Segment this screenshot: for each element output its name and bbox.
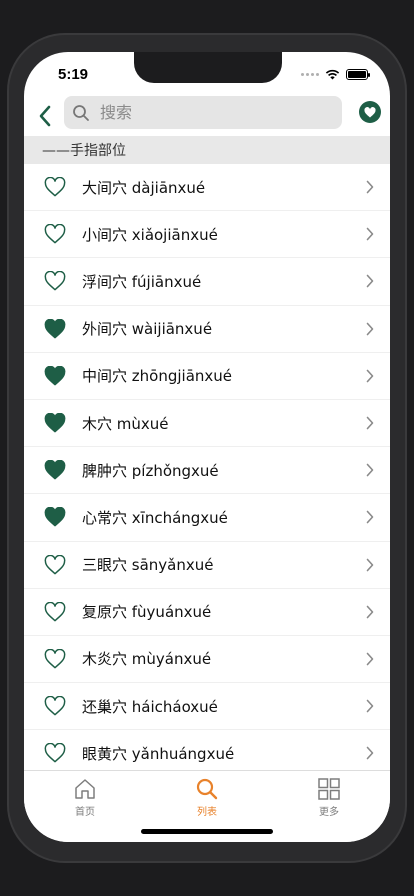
screen: 5:19 搜索 ——手指部位 大间穴 dàjiānxué 小间穴 xiǎojiā…: [24, 52, 390, 842]
nav-bar: [24, 96, 390, 136]
heart-outline-icon[interactable]: [44, 648, 66, 669]
list-item[interactable]: 木炎穴 mùyánxué: [24, 636, 390, 684]
favorites-button[interactable]: [359, 101, 381, 123]
chevron-left-icon: [39, 105, 51, 127]
list-item-label: 脾肿穴 pízhǒngxué: [82, 461, 219, 480]
list-item[interactable]: 中间穴 zhōngjiānxué: [24, 353, 390, 400]
search-input[interactable]: [100, 103, 320, 122]
list-item-label: 心常穴 xīnchángxué: [82, 508, 228, 527]
tab-bar: 首页 列表 更多: [24, 770, 390, 842]
list-item-label: 木炎穴 mùyánxué: [82, 650, 212, 669]
heart-filled-icon[interactable]: [44, 365, 66, 386]
list-item[interactable]: 大间穴 dàjiānxué: [24, 164, 390, 212]
heart-filled-icon[interactable]: [44, 412, 66, 433]
list-item[interactable]: 三眼穴 sānyǎnxué: [24, 542, 390, 589]
list-item-label: 外间穴 wàijiānxué: [82, 320, 213, 339]
list-item[interactable]: 外间穴 wàijiānxué: [24, 306, 390, 353]
chevron-right-icon: [366, 322, 374, 335]
list-item-label: 大间穴 dàjiānxué: [82, 178, 206, 197]
list-item[interactable]: 复原穴 fùyuánxué: [24, 589, 390, 636]
list-item-label: 复原穴 fùyuánxué: [82, 603, 212, 622]
search-icon: [196, 778, 218, 800]
tab-home-label: 首页: [75, 807, 95, 818]
chevron-right-icon: [366, 416, 374, 430]
chevron-right-icon: [366, 699, 374, 713]
status-time: 5:19: [58, 66, 89, 83]
chevron-right-icon: [366, 369, 374, 383]
heart-filled-icon[interactable]: [44, 318, 66, 339]
heart-outline-icon[interactable]: [44, 554, 66, 575]
list-item[interactable]: 还巢穴 háicháoxué: [24, 683, 390, 731]
list-item[interactable]: 木穴 mùxué: [24, 400, 390, 448]
list-item-label: 中间穴 zhōngjiānxué: [82, 367, 233, 386]
heart-outline-icon[interactable]: [44, 696, 66, 716]
list-item[interactable]: 心常穴 xīnchángxué: [24, 494, 390, 542]
grid-icon: [318, 778, 340, 800]
tab-home[interactable]: 首页: [45, 777, 125, 818]
back-button[interactable]: [34, 102, 56, 130]
heart-outline-icon[interactable]: [44, 743, 66, 763]
heart-icon: [364, 106, 376, 117]
chevron-right-icon: [366, 227, 374, 241]
chevron-right-icon: [366, 558, 374, 571]
signal-icon: [301, 73, 319, 76]
wifi-icon: [325, 69, 340, 80]
heart-outline-icon[interactable]: [44, 177, 66, 197]
chevron-right-icon: [366, 275, 374, 288]
home-indicator: [141, 829, 273, 834]
list-item-label: 木穴 mùxué: [82, 414, 169, 433]
list-item-label: 眼黄穴 yǎnhuángxué: [82, 744, 235, 763]
tab-list[interactable]: 列表: [167, 777, 247, 818]
heart-outline-icon[interactable]: [44, 601, 66, 622]
heart-filled-icon[interactable]: [44, 460, 66, 480]
tab-more-label: 更多: [319, 807, 339, 818]
heart-outline-icon[interactable]: [44, 224, 66, 244]
home-icon: [75, 779, 95, 799]
list-item-label: 还巢穴 háicháoxué: [82, 697, 218, 716]
chevron-right-icon: [366, 605, 374, 618]
list-item-label: 三眼穴 sānyǎnxué: [82, 556, 214, 575]
heart-filled-icon[interactable]: [44, 507, 66, 527]
list-item[interactable]: 小间穴 xiǎojiānxué: [24, 211, 390, 259]
section-header: ——手指部位: [24, 136, 390, 164]
chevron-right-icon: [366, 463, 374, 477]
chevron-right-icon: [366, 180, 374, 194]
status-icons: [301, 69, 370, 80]
list-item[interactable]: 脾肿穴 pízhǒngxué: [24, 447, 390, 495]
tab-list-label: 列表: [197, 807, 217, 818]
list-item-label: 浮间穴 fújiānxué: [82, 272, 202, 291]
notch: [134, 52, 282, 83]
tab-more[interactable]: 更多: [289, 777, 369, 818]
acupoint-list: 大间穴 dàjiānxué 小间穴 xiǎojiānxué 浮间穴 fújiānxu…: [24, 164, 390, 778]
battery-icon: [346, 69, 370, 80]
list-item-label: 小间穴 xiǎojiānxué: [82, 225, 218, 244]
search-icon: [73, 104, 89, 121]
chevron-right-icon: [366, 746, 374, 760]
list-item[interactable]: 浮间穴 fújiānxué: [24, 258, 390, 306]
heart-outline-icon[interactable]: [44, 271, 66, 291]
chevron-right-icon: [366, 511, 374, 524]
search-bar[interactable]: [64, 96, 342, 129]
chevron-right-icon: [366, 652, 374, 666]
